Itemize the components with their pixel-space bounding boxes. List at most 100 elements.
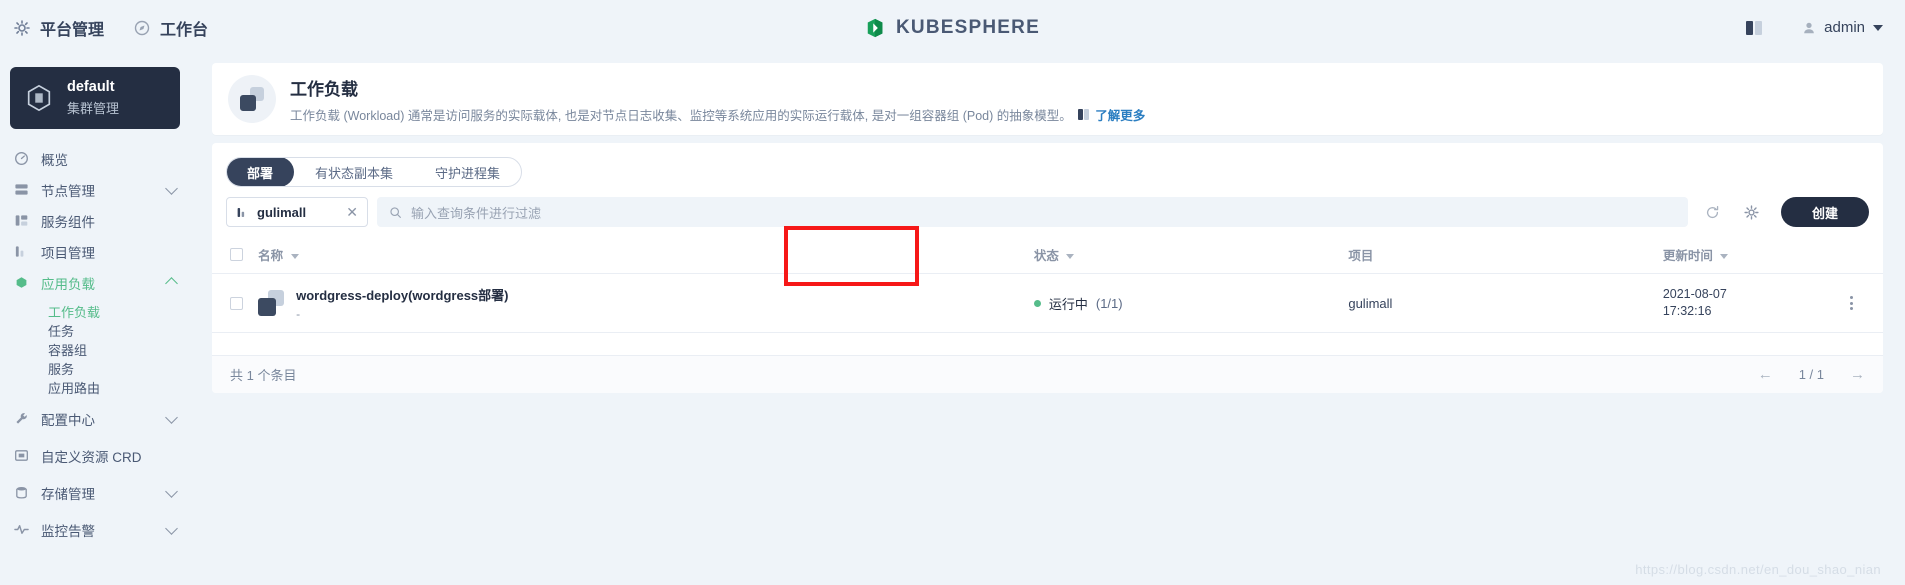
sidebar-item-label: 存储管理 bbox=[41, 486, 95, 502]
sidebar-item-application-workloads[interactable]: 应用负载 bbox=[0, 267, 190, 298]
sidebar-item-overview[interactable]: 概览 bbox=[0, 143, 190, 174]
row-status-cell: 运行中 (1/1) bbox=[1033, 273, 1349, 333]
workload-name[interactable]: wordgress-deploy(wordgress部署) bbox=[296, 285, 508, 304]
refresh-button[interactable] bbox=[1697, 197, 1727, 227]
sort-caret-icon bbox=[1720, 254, 1729, 260]
sidebar-item-label: 节点管理 bbox=[41, 183, 95, 199]
tab-label: 部署 bbox=[247, 165, 274, 181]
caret-down-icon bbox=[1873, 24, 1883, 31]
components-icon bbox=[15, 215, 28, 226]
page-description-row: 工作负载 (Workload) 通常是访问服务的实际载体, 也是对节点日志收集、… bbox=[290, 105, 1145, 124]
sidebar-item-workload[interactable]: 工作负载 bbox=[0, 302, 190, 321]
column-header-actions bbox=[1820, 236, 1883, 274]
kubesphere-logo[interactable]: KUBESPHERE bbox=[865, 17, 1040, 39]
sidebar-item-monitoring-alerts[interactable]: 监控告警 bbox=[0, 514, 190, 545]
close-icon[interactable]: ✕ bbox=[346, 205, 358, 219]
tab-statefulsets[interactable]: 有状态副本集 bbox=[294, 158, 414, 186]
table-toolbar: gulimall ✕ 输入查询条件进行过滤 创建 bbox=[212, 187, 1883, 227]
row-checkbox[interactable] bbox=[230, 296, 243, 310]
search-input[interactable]: 输入查询条件进行过滤 bbox=[377, 197, 1688, 227]
kubesphere-logo-text: KUBESPHERE bbox=[896, 16, 1040, 38]
sidebar-subitem-label: 服务 bbox=[48, 362, 75, 377]
monitor-icon bbox=[14, 525, 29, 534]
status-badge: 运行中 (1/1) bbox=[1033, 294, 1348, 313]
refresh-icon bbox=[1706, 205, 1718, 218]
top-bar-left-group: 平台管理 工作台 bbox=[0, 16, 208, 40]
status-text: 运行中 bbox=[1048, 296, 1088, 312]
topbar-item-workbench[interactable]: 工作台 bbox=[134, 16, 208, 40]
topbar-item-platform-management[interactable]: 平台管理 bbox=[14, 16, 104, 40]
project-filter-chip[interactable]: gulimall ✕ bbox=[226, 197, 368, 227]
main-content: 工作负载 工作负载 (Workload) 通常是访问服务的实际载体, 也是对节点… bbox=[190, 55, 1905, 585]
sidebar-item-services[interactable]: 服务 bbox=[0, 359, 190, 378]
sidebar-subitem-label: 容器组 bbox=[48, 343, 88, 358]
sidebar-item-label: 概览 bbox=[41, 152, 68, 168]
workload-description: - bbox=[296, 307, 301, 321]
sidebar-item-ingress[interactable]: 应用路由 bbox=[0, 378, 190, 397]
wrench-icon bbox=[16, 413, 27, 424]
tab-daemonsets[interactable]: 守护进程集 bbox=[414, 158, 521, 186]
sidebar-subnav-application-workloads: 工作负载 任务 容器组 服务 应用路由 bbox=[0, 302, 190, 397]
search-placeholder: 输入查询条件进行过滤 bbox=[411, 205, 542, 221]
status-dot-icon bbox=[1033, 299, 1041, 307]
sidebar-item-label: 项目管理 bbox=[41, 245, 95, 261]
table-body: wordgress-deploy(wordgress部署) - 运行中 (1/1… bbox=[212, 273, 1883, 333]
sidebar-item-label: 监控告警 bbox=[41, 523, 95, 539]
tab-group: 部署 有状态副本集 守护进程集 bbox=[226, 157, 523, 187]
watermark-text: https://blog.csdn.net/en_dou_shao_nian bbox=[1635, 562, 1881, 577]
name-texts: wordgress-deploy(wordgress部署) - bbox=[296, 285, 508, 321]
row-select-cell bbox=[212, 273, 259, 333]
tab-deployments[interactable]: 部署 bbox=[227, 158, 295, 186]
table-settings-button[interactable] bbox=[1736, 197, 1766, 227]
crd-icon bbox=[15, 450, 28, 461]
column-header-updated[interactable]: 更新时间 bbox=[1662, 236, 1821, 274]
row-actions-cell bbox=[1820, 273, 1883, 333]
column-header-name[interactable]: 名称 bbox=[258, 236, 1034, 274]
sidebar-item-custom-resource-crd[interactable]: 自定义资源 CRD bbox=[0, 440, 190, 471]
project-filter-label: gulimall bbox=[257, 204, 307, 220]
sidebar-item-label: 应用负载 bbox=[41, 276, 95, 292]
row-project-cell: gulimall bbox=[1348, 273, 1663, 333]
sidebar-item-node-management[interactable]: 节点管理 bbox=[0, 174, 190, 205]
column-label: 项目 bbox=[1348, 249, 1374, 263]
column-label: 状态 bbox=[1033, 249, 1059, 263]
user-menu[interactable]: admin bbox=[1802, 19, 1883, 36]
search-icon bbox=[390, 206, 401, 218]
name-cell-inner: wordgress-deploy(wordgress部署) - bbox=[258, 285, 1034, 321]
table-head: 名称 状态 项目 更新时间 bbox=[212, 236, 1883, 274]
arrow-right-icon[interactable]: → bbox=[1850, 367, 1865, 382]
status-replica-count: (1/1) bbox=[1095, 295, 1123, 311]
sidebar-subitem-label: 任务 bbox=[48, 324, 75, 339]
page-description: 工作负载 (Workload) 通常是访问服务的实际载体, 也是对节点日志收集、… bbox=[290, 108, 1072, 123]
workload-banner-icon bbox=[228, 75, 276, 123]
top-bar-center-group: KUBESPHERE bbox=[0, 0, 1905, 55]
nodes-icon bbox=[15, 184, 28, 195]
create-button[interactable]: 创建 bbox=[1781, 197, 1869, 227]
page-indicator: 1 / 1 bbox=[1798, 367, 1824, 382]
cube-icon bbox=[27, 84, 51, 112]
sidebar-item-service-components[interactable]: 服务组件 bbox=[0, 205, 190, 236]
compass-icon bbox=[134, 20, 150, 35]
kebab-menu-icon[interactable] bbox=[1820, 296, 1883, 310]
gear-icon bbox=[1743, 204, 1759, 220]
select-all-checkbox[interactable] bbox=[230, 248, 243, 261]
storage-icon bbox=[16, 486, 27, 499]
apps-grid-icon[interactable] bbox=[1746, 20, 1763, 35]
column-header-project: 项目 bbox=[1348, 236, 1663, 274]
arrow-left-icon[interactable]: ← bbox=[1758, 367, 1773, 382]
sidebar-item-jobs[interactable]: 任务 bbox=[0, 321, 190, 340]
row-updated-cell: 2021-08-07 17:32:16 bbox=[1662, 273, 1821, 333]
top-bar: 平台管理 工作台 KUBESPHERE admin bbox=[0, 0, 1905, 55]
sidebar-item-pods[interactable]: 容器组 bbox=[0, 340, 190, 359]
sidebar-item-storage-management[interactable]: 存储管理 bbox=[0, 477, 190, 508]
column-header-status[interactable]: 状态 bbox=[1033, 236, 1349, 274]
sidebar-item-config-center[interactable]: 配置中心 bbox=[0, 403, 190, 434]
workload-table: 名称 状态 项目 更新时间 wordgress-deploy(wordgress… bbox=[212, 236, 1883, 333]
user-icon bbox=[1804, 22, 1814, 33]
learn-more-link[interactable]: 了解更多 bbox=[1095, 105, 1145, 124]
sidebar-nav: 概览 节点管理 服务组件 项目管理 应用负载 工作负载 任务 容器组 服务 应用… bbox=[0, 143, 190, 545]
table-row[interactable]: wordgress-deploy(wordgress部署) - 运行中 (1/1… bbox=[212, 273, 1883, 333]
sidebar-item-project-management[interactable]: 项目管理 bbox=[0, 236, 190, 267]
cluster-selector[interactable]: default 集群管理 bbox=[10, 67, 180, 129]
select-all-header bbox=[212, 236, 259, 274]
